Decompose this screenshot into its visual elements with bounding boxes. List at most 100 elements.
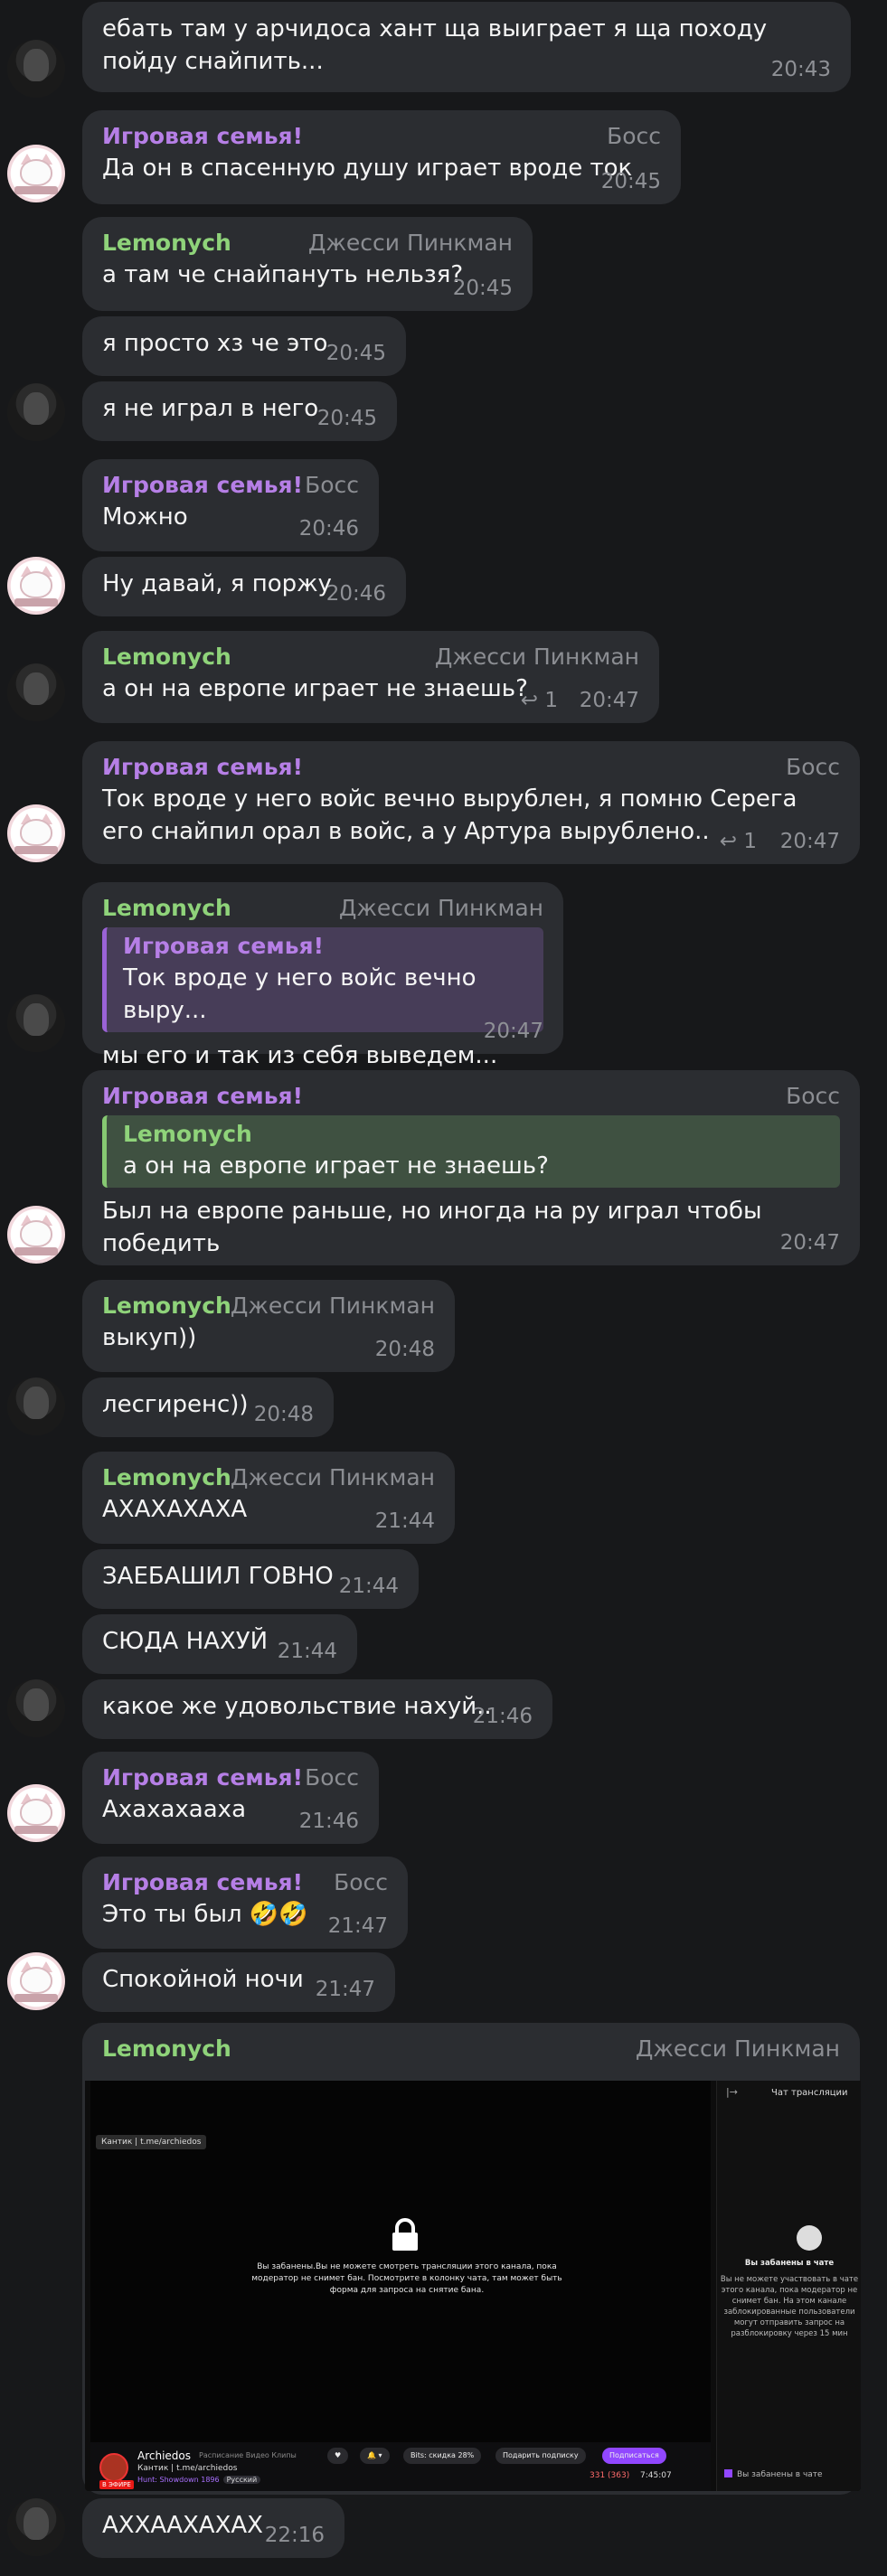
reply-arrow-icon: ↩ <box>520 689 545 712</box>
message-bubble[interactable]: я не играл в него 20:45 <box>82 381 397 441</box>
avatar-game-family[interactable] <box>7 557 65 615</box>
message-bubble[interactable]: Lemonych Джесси Пинкман а там че снайпан… <box>82 217 533 311</box>
notify-button[interactable]: 🔔 ▾ <box>360 2448 390 2464</box>
gift-sub-button[interactable]: Подарить подписку <box>495 2448 586 2464</box>
sender-role: Джесси Пинкман <box>307 230 513 256</box>
message-time: 20:47 <box>779 830 840 853</box>
message-bubble[interactable]: Lemonych Джесси Пинкман АХАХАХАХА 21:44 <box>82 1452 455 1544</box>
quote-text: Ток вроде у него войс вечно выру... <box>123 964 477 1024</box>
sender-name[interactable]: Игровая семья! <box>102 752 840 783</box>
attached-screenshot[interactable]: Кантик | t.me/archiedos Вы забанены.Вы н… <box>85 2081 861 2491</box>
reply-count-value: 1 <box>544 689 558 712</box>
message-bubble[interactable]: СЮДА НАХУЙ 21:44 <box>82 1614 357 1674</box>
sender-role: Джесси Пинкман <box>230 1293 435 1319</box>
message-bubble[interactable]: Lemonych Джесси Пинкман Игровая семья! Т… <box>82 882 563 1069</box>
avatar-lemonych[interactable] <box>7 994 65 1052</box>
message-time: 20:45 <box>452 277 513 300</box>
bits-button[interactable]: Bits: скидка 28% <box>403 2448 482 2464</box>
message-bubble[interactable]: Игровая семья! Босс Да он в спасенную ду… <box>82 110 681 204</box>
reply-quote[interactable]: Lemonych а он на европе играет не знаешь… <box>102 1115 840 1188</box>
quote-sender: Игровая семья! <box>123 933 324 959</box>
message-bubble[interactable]: какое же удовольствие нахуй.. 21:46 <box>82 1679 552 1739</box>
game-name[interactable]: Hunt: Showdown 1896 <box>137 2476 220 2484</box>
stream-game[interactable]: Hunt: Showdown 1896 Русский <box>137 2476 261 2484</box>
sender-role: Джесси Пинкман <box>230 1464 435 1490</box>
avatar-lemonych[interactable] <box>7 383 65 441</box>
stream-uptime: 7:45:07 <box>640 2471 672 2480</box>
sender-role: Джесси Пинкман <box>635 2035 840 2062</box>
video-player: Кантик | t.me/archiedos Вы забанены.Вы н… <box>90 2081 711 2442</box>
message-time: 20:46 <box>326 582 386 606</box>
live-badge: В ЭФИРЕ <box>99 2480 134 2489</box>
message-bubble[interactable]: лесгиренс)) 20:48 <box>82 1377 334 1437</box>
message-text: какое же удовольствие нахуй.. <box>102 1693 492 1720</box>
avatar-game-family[interactable] <box>7 1206 65 1264</box>
reply-count[interactable]: ↩ 1 <box>720 830 757 853</box>
message-bubble[interactable]: Lemonych Джесси Пинкман а он на европе и… <box>82 631 659 723</box>
channel-links[interactable]: Расписание Видео Клипы <box>199 2451 297 2459</box>
avatar-game-family[interactable] <box>7 1952 65 2010</box>
collapse-icon[interactable]: |→ <box>726 2086 738 2098</box>
reply-count[interactable]: ↩ 1 <box>521 689 558 712</box>
message-time: 21:47 <box>315 1978 375 2001</box>
heart-button[interactable]: ♥ <box>327 2448 349 2464</box>
sender-role: Босс <box>786 754 840 780</box>
ban-message: Вы забанены.Вы не можете смотреть трансл… <box>251 2262 562 2295</box>
reply-arrow-icon: ↩ <box>719 830 744 853</box>
message-bubble[interactable]: Игровая семья! Босс Ахахахааха 21:46 <box>82 1752 379 1844</box>
stream-title: Кантик | t.me/archiedos <box>137 2464 238 2473</box>
language-tag[interactable]: Русский <box>222 2476 261 2484</box>
sender-name[interactable]: Игровая семья! <box>102 121 661 152</box>
reply-count-value: 1 <box>743 830 757 853</box>
message-bubble[interactable]: АХХААХАХАХ 22:16 <box>82 2498 344 2558</box>
message-text: Был на европе раньше, но иногда на ру иг… <box>102 1198 769 1257</box>
message-text: а он на европе играет не знаешь? <box>102 675 528 702</box>
sender-role: Босс <box>786 1083 840 1109</box>
message-text: Да он в спасенную душу играет вроде ток <box>102 155 633 182</box>
avatar-game-family[interactable] <box>7 145 65 202</box>
message-time: 21:46 <box>298 1810 359 1833</box>
channel-avatar[interactable] <box>99 2453 128 2482</box>
avatar-lemonych[interactable] <box>7 40 65 98</box>
message-bubble[interactable]: Ну давай, я поржу 20:46 <box>82 557 406 616</box>
reply-quote[interactable]: Игровая семья! Ток вроде у него войс веч… <box>102 927 543 1032</box>
message-time: 20:48 <box>253 1403 314 1426</box>
avatar-lemonych[interactable] <box>7 1377 65 1435</box>
message-bubble[interactable]: Игровая семья! Босс Lemonych а он на евр… <box>82 1070 860 1265</box>
avatar-game-family[interactable] <box>7 804 65 862</box>
message-bubble[interactable]: ЗАЕБАШИЛ ГОВНО 21:44 <box>82 1549 419 1609</box>
subscribe-button[interactable]: Подписаться <box>602 2448 666 2464</box>
message-bubble[interactable]: Игровая семья! Босс Можно 20:46 <box>82 459 379 551</box>
message-bubble[interactable]: Игровая семья! Босс Ток вроде у него вой… <box>82 741 860 864</box>
ban-icon <box>797 2225 822 2251</box>
avatar-lemonych[interactable] <box>7 2498 65 2556</box>
message-time: 20:48 <box>374 1338 435 1361</box>
quote-text: а он на европе играет не знаешь? <box>123 1152 549 1180</box>
message-time: 20:45 <box>316 407 377 430</box>
chat-input-banned: Вы забанены в чате <box>724 2469 823 2479</box>
viewer-count: 331 (363) <box>590 2471 630 2480</box>
message-time: 21:44 <box>338 1575 399 1598</box>
message-text: мы его и так из себя выведем... <box>102 1042 498 1069</box>
message-bubble[interactable]: Игровая семья! Босс Это ты был 🤣🤣 21:47 <box>82 1857 408 1949</box>
lock-icon <box>392 2218 418 2251</box>
message-bubble[interactable]: я просто хз че это 20:45 <box>82 316 406 376</box>
message-time: 20:47 <box>779 1231 840 1255</box>
avatar-lemonych[interactable] <box>7 663 65 721</box>
avatar-lemonych[interactable] <box>7 1679 65 1737</box>
channel-tag: Кантик | t.me/archiedos <box>96 2135 207 2149</box>
chat-title: Чат трансляции <box>771 2088 848 2098</box>
message-time: 20:46 <box>298 517 359 541</box>
message-time: 20:45 <box>600 170 661 193</box>
chat-ban-text: Вы не можете участвовать в чате этого ка… <box>720 2275 859 2338</box>
message-bubble[interactable]: Lemonych Джесси Пинкман выкуп)) 20:48 <box>82 1280 455 1372</box>
chat-ban-notice: Вы забанены в чате Вы не можете участвов… <box>717 2258 861 2339</box>
message-time: 20:47 <box>579 689 639 712</box>
message-bubble[interactable]: ебать там у арчидоса хант ща выиграет я … <box>82 2 851 92</box>
channel-name[interactable]: Archiedos <box>137 2449 191 2462</box>
avatar-game-family[interactable] <box>7 1784 65 1842</box>
message-bubble[interactable]: Спокойной ночи 21:47 <box>82 1952 395 2012</box>
sender-name[interactable]: Игровая семья! <box>102 1081 840 1112</box>
stream-info-bar: В ЭФИРЕ Archiedos Расписание Видео Клипы… <box>90 2442 711 2491</box>
message-time: 20:45 <box>326 342 386 365</box>
